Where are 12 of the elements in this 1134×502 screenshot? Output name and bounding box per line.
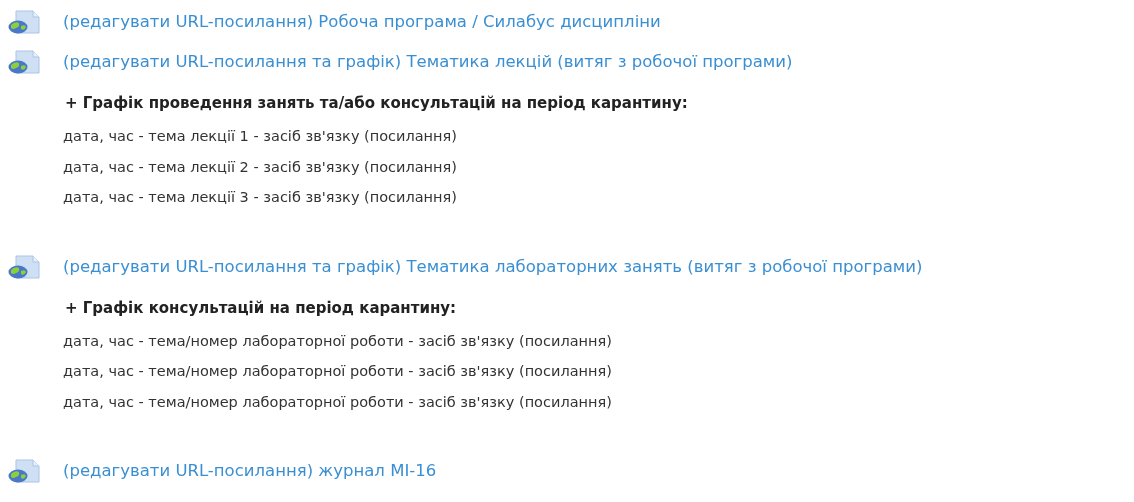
schedule-heading: + Графік консультацій на період карантину:	[64, 297, 458, 319]
schedule-line: дата, час - тема лекції 3 - засіб зв'язку (посилання)	[63, 188, 458, 207]
schedule-line: дата, час - тема/номер лабораторної роботи - засіб зв'язку (посилання)	[63, 362, 613, 381]
schedule-line: дата, час - тема/номер лабораторної роботи - засіб зв'язку (посилання)	[63, 392, 613, 412]
resource-link[interactable]: (редагувати URL-посилання) Робоча програма / Силабус дисципліни	[63, 10, 661, 34]
resource-link[interactable]: (редагувати URL-посилання та графік) Тематика лабораторних занять (витяг з робочої програми)	[63, 254, 923, 279]
schedule-line: дата, час - тема лекції 2 - засіб зв'язку (посилання)	[63, 157, 458, 177]
schedule-heading: + Графік проведення занять та/або консультацій на період карантину:	[64, 93, 689, 114]
resource-link[interactable]: (редагувати URL-посилання та графік) Тематика лекцій (витяг з робочої програми)	[63, 50, 793, 74]
resource-link[interactable]: (редагувати URL-посилання) журнал МІ-16	[63, 459, 437, 483]
schedule-line: дата, час - тема/номер лабораторної роботи - засіб зв'язку (посилання)	[63, 331, 613, 351]
schedule-line: дата, час - тема лекції 1 - засіб зв'язку (посилання)	[63, 127, 458, 146]
